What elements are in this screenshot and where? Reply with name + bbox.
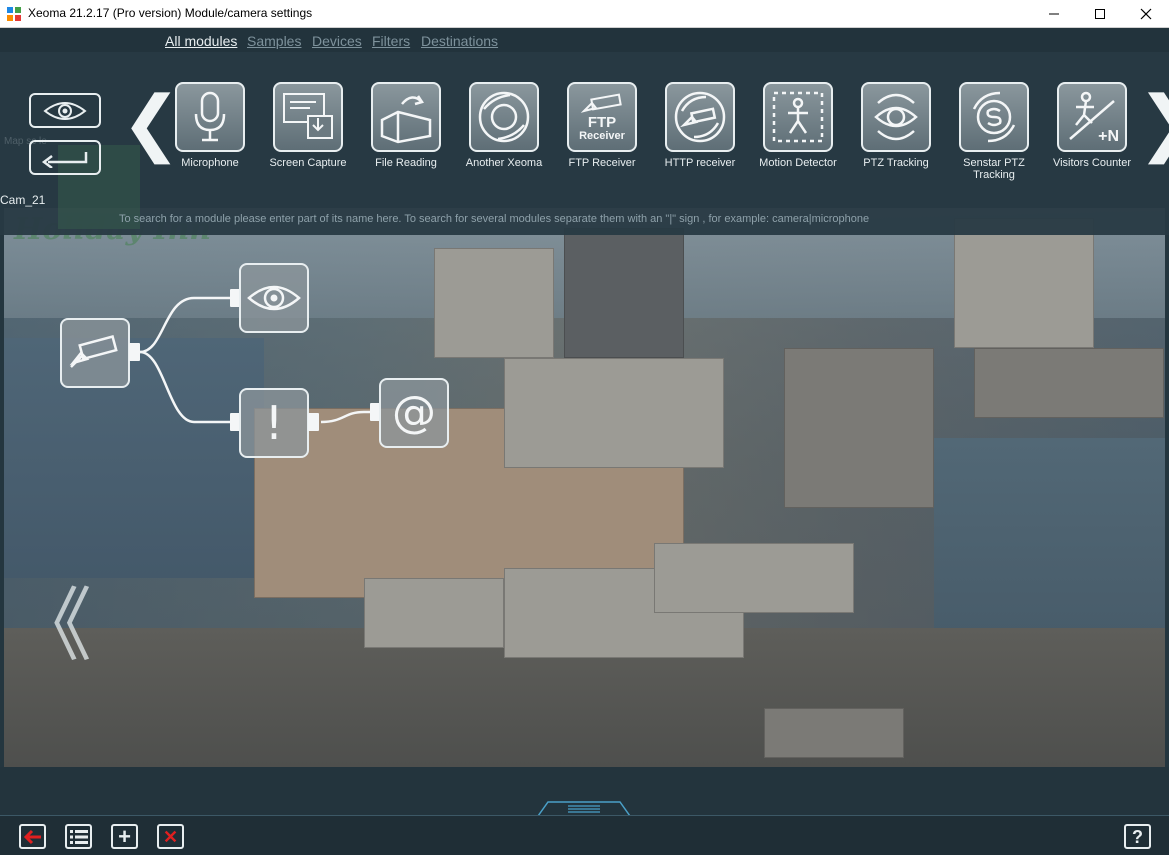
motion-detector-icon [772, 91, 824, 143]
http-receiver-icon [674, 91, 726, 143]
module-motion-detector[interactable]: Motion Detector [750, 82, 846, 169]
module-tile[interactable] [861, 82, 931, 152]
preview-module-node[interactable] [239, 263, 309, 333]
tab-destinations[interactable]: Destinations [421, 33, 498, 49]
module-search-hint[interactable]: To search for a module please enter part… [119, 213, 869, 225]
email-module-node[interactable]: @ [379, 378, 449, 448]
module-ftp-receiver[interactable]: FTP Receiver FTP Receiver [554, 82, 650, 169]
camera-name-label: Cam_21 [0, 193, 46, 207]
camera-output-connector[interactable] [129, 343, 140, 361]
scroll-modules-right-arrow[interactable]: ❯ [1137, 86, 1169, 158]
senstar-ptz-icon [972, 91, 1016, 143]
plus-icon: + [118, 823, 131, 849]
tab-samples[interactable]: Samples [247, 33, 301, 49]
module-ptz-tracking[interactable]: PTZ Tracking [848, 82, 944, 169]
list-button[interactable] [65, 824, 92, 849]
receiver-icon-text: Receiver [579, 129, 625, 142]
module-tile[interactable] [959, 82, 1029, 152]
module-tile[interactable] [469, 82, 539, 152]
visitors-counter-icon-text: +N [1098, 128, 1119, 145]
module-label: Motion Detector [759, 157, 837, 169]
module-file-reading[interactable]: File Reading [358, 82, 454, 169]
xeoma-app-icon [7, 7, 21, 21]
bottom-toolbar: + ✕ ? [0, 815, 1169, 855]
camera-icon [69, 335, 118, 368]
back-button[interactable] [29, 140, 101, 175]
module-tile[interactable]: +N [1057, 82, 1127, 152]
ftp-camera-icon [580, 92, 622, 113]
alert-module-node[interactable]: ! [239, 388, 309, 458]
minimize-button[interactable] [1031, 0, 1077, 28]
module-tile[interactable] [665, 82, 735, 152]
expand-panel-handle[interactable] [538, 800, 630, 816]
ptz-tracking-icon [874, 93, 918, 141]
module-another-xeoma[interactable]: Another Xeoma [456, 82, 552, 169]
eye-icon [43, 101, 87, 120]
module-label: Microphone [181, 157, 239, 169]
tab-filters[interactable]: Filters [372, 33, 410, 49]
another-xeoma-icon [478, 91, 530, 143]
module-label: File Reading [375, 157, 437, 169]
module-chain-wires [139, 296, 370, 424]
maximize-button[interactable] [1077, 0, 1123, 28]
close-button[interactable] [1123, 0, 1169, 28]
help-icon: ? [1132, 826, 1143, 847]
module-visitors-counter[interactable]: +N Visitors Counter [1044, 82, 1140, 169]
module-tile[interactable] [371, 82, 441, 152]
exit-button[interactable] [19, 824, 46, 849]
module-tile[interactable]: FTP Receiver [567, 82, 637, 152]
module-screen-capture[interactable]: Screen Capture [260, 82, 356, 169]
module-label: HTTP receiver [664, 157, 736, 169]
module-http-receiver[interactable]: HTTP receiver [652, 82, 748, 169]
window-title: Xeoma 21.2.17 (Pro version) Module/camer… [28, 6, 313, 20]
module-label: Screen Capture [269, 157, 347, 169]
module-label: Visitors Counter [1052, 157, 1132, 169]
delete-x-icon: ✕ [162, 826, 179, 847]
list-icon [69, 829, 88, 844]
minimize-icon [1049, 13, 1059, 15]
module-tile[interactable] [763, 82, 833, 152]
camera-module-node[interactable] [60, 318, 130, 388]
add-camera-button[interactable]: + [111, 824, 138, 849]
email-icon: @ [392, 387, 436, 438]
module-senstar-ptz-tracking[interactable]: Senstar PTZ Tracking [946, 82, 1042, 181]
ftp-icon-text: FTP [587, 113, 617, 131]
microphone-icon [194, 91, 226, 142]
module-toolbar: Map sc le Cam_21 ❮ ❯ [0, 52, 1169, 235]
main-area: All modules Samples Devices Filters Dest… [0, 28, 1169, 855]
module-label: FTP Receiver [568, 157, 636, 169]
file-reading-icon [380, 95, 432, 144]
maximize-icon [1095, 9, 1105, 19]
alert-icon: ! [264, 396, 284, 450]
screen-capture-icon [283, 93, 333, 139]
module-label: PTZ Tracking [863, 157, 929, 169]
module-tile[interactable] [273, 82, 343, 152]
delete-camera-button[interactable]: ✕ [157, 824, 184, 849]
module-microphone[interactable]: Microphone [162, 82, 258, 169]
module-label: Senstar PTZ Tracking [963, 157, 1025, 181]
module-category-tabs: All modules Samples Devices Filters Dest… [0, 28, 1169, 52]
module-tile[interactable] [175, 82, 245, 152]
alert-output-connector[interactable] [308, 413, 319, 431]
camera-preview-canvas[interactable]: Holiday Inn 《 [4, 208, 1165, 767]
preview-button[interactable] [29, 93, 101, 128]
close-icon [1140, 8, 1152, 20]
eye-icon [247, 285, 301, 311]
help-button[interactable]: ? [1124, 824, 1151, 849]
tab-devices[interactable]: Devices [312, 33, 362, 49]
tab-all-modules[interactable]: All modules [165, 33, 237, 49]
back-arrow-icon [23, 829, 41, 844]
return-arrow-icon [41, 151, 88, 168]
title-bar: Xeoma 21.2.17 (Pro version) Module/camer… [0, 0, 1169, 28]
module-label: Another Xeoma [465, 157, 543, 169]
